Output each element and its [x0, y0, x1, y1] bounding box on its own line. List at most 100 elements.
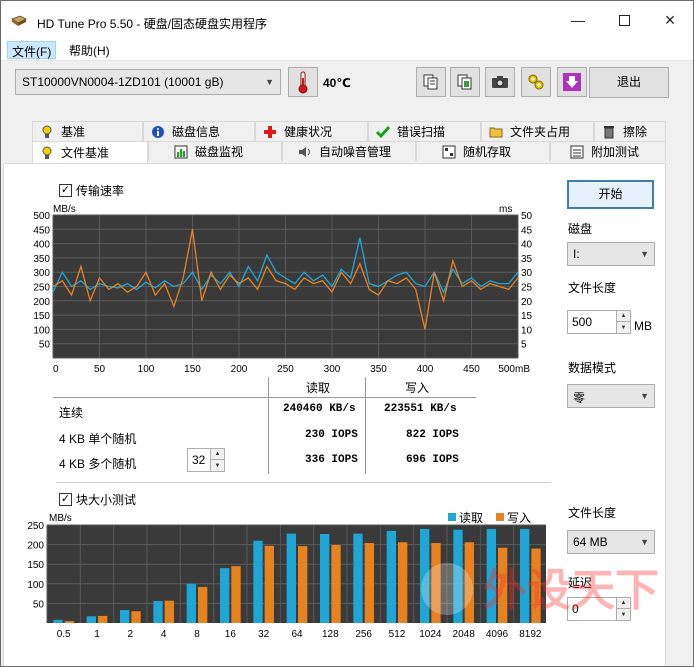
- 4k-multi-read-value: 336 IOPS: [305, 454, 358, 466]
- seq-write-value: 223551 KB/s: [384, 403, 457, 415]
- y-tick-left-label: 200: [33, 297, 50, 308]
- copy-green-icon: [457, 74, 472, 90]
- y-tick-right-label: 25: [521, 283, 533, 294]
- delay-label: 延迟: [568, 576, 593, 590]
- tab-erase[interactable]: 擦除: [594, 121, 666, 141]
- tab-error-scan[interactable]: 错误扫描: [368, 121, 481, 141]
- x-tick-label: 150: [184, 364, 201, 375]
- x-tick-label: 1: [94, 629, 100, 640]
- tab-health[interactable]: 健康状况: [255, 121, 368, 141]
- stats-divider-1: [268, 377, 269, 474]
- block-size-checkbox[interactable]: ✓ 块大小测试: [59, 491, 136, 508]
- bar-read: [220, 568, 230, 623]
- bar-write: [398, 542, 408, 623]
- bar-read: [186, 583, 196, 623]
- 4k-multi-write-value: 696 IOPS: [406, 454, 459, 466]
- disk-select[interactable]: I: ▼: [567, 242, 655, 266]
- bar-read: [486, 528, 496, 623]
- tab-extra-tests[interactable]: 附加测试: [550, 141, 666, 161]
- drive-select-value: ST10000VN0004-1ZD101 (10001 gB): [22, 75, 224, 89]
- tab-random-access[interactable]: 随机存取: [416, 141, 550, 161]
- stepper-up-icon[interactable]: ▲: [616, 598, 630, 609]
- delay-stepper[interactable]: 0 ▲ ▼: [567, 597, 631, 621]
- x-tick-label: 100: [138, 364, 155, 375]
- menu-file[interactable]: 文件(F): [7, 41, 57, 59]
- menu-help[interactable]: 帮助(H): [65, 41, 114, 59]
- close-button[interactable]: ×: [647, 1, 693, 39]
- bar-write: [498, 547, 508, 623]
- bar-write: [464, 542, 474, 623]
- x-tick-label: 2048: [453, 629, 476, 640]
- copy-benchmark-button[interactable]: [450, 67, 480, 97]
- stepper-down-icon[interactable]: ▼: [616, 322, 630, 333]
- stepper-down-icon[interactable]: ▼: [210, 460, 224, 471]
- y-tick-label: 150: [27, 560, 44, 571]
- legend-read-label: 读取: [459, 511, 483, 525]
- temperature-button[interactable]: [288, 67, 318, 97]
- options-button[interactable]: [521, 67, 551, 97]
- block-file-length-select[interactable]: 64 MB ▼: [567, 530, 655, 554]
- disk-monitor-icon: [173, 144, 189, 160]
- y-tick-left-label: 500: [33, 211, 50, 222]
- bar-write: [131, 611, 141, 623]
- x-tick-label: 50: [94, 364, 106, 375]
- window-title: HD Tune Pro 5.50 - 硬盘/固态硬盘实用程序: [37, 17, 268, 31]
- bar-read: [286, 533, 296, 623]
- screenshot-button[interactable]: [485, 67, 515, 97]
- x-tick-label: 16: [225, 629, 237, 640]
- x-tick-label: 256: [355, 629, 372, 640]
- y-tick-right-label: 35: [521, 254, 533, 265]
- row-label-4k-single: 4 KB 单个随机: [59, 432, 137, 446]
- stepper-up-icon[interactable]: ▲: [616, 311, 630, 322]
- y-tick-left-label: 450: [33, 225, 50, 236]
- x-tick-label: 500mB: [498, 364, 530, 375]
- stats-divider-2: [365, 377, 366, 474]
- stepper-down-icon[interactable]: ▼: [616, 609, 630, 620]
- bar-write: [331, 544, 341, 623]
- transfer-rate-checkbox[interactable]: ✓ 传输速率: [59, 182, 124, 199]
- thermometer-icon: [298, 71, 308, 94]
- tab-disk-monitor[interactable]: 磁盘监视: [148, 141, 282, 161]
- copy-icon: [423, 74, 438, 90]
- col-write-header: 写入: [405, 381, 430, 395]
- tab-file-benchmark[interactable]: 文件基准: [32, 141, 148, 163]
- bar-write: [431, 543, 441, 623]
- tab-noise-management[interactable]: 自动噪音管理: [282, 141, 416, 161]
- section-separator: [56, 482, 551, 483]
- y-tick-right-label: 20: [521, 297, 533, 308]
- save-button[interactable]: [557, 67, 587, 97]
- y-tick-left-label: 400: [33, 240, 50, 251]
- benchmark-icon: [39, 124, 55, 140]
- download-arrow-icon: [563, 73, 581, 91]
- chevron-down-icon: ▼: [640, 391, 649, 401]
- close-icon: ×: [664, 9, 676, 30]
- drive-select[interactable]: ST10000VN0004-1ZD101 (10001 gB) ▼: [15, 69, 281, 95]
- file-length-stepper[interactable]: 500 ▲ ▼: [567, 310, 631, 334]
- tab-label: 磁盘监视: [195, 145, 244, 159]
- error-scan-icon: [375, 124, 391, 140]
- legend-write-label: 写入: [507, 511, 531, 525]
- tab-benchmark[interactable]: 基准: [32, 121, 143, 141]
- exit-button[interactable]: 退出: [589, 67, 669, 98]
- y-tick-right-label: 15: [521, 311, 533, 322]
- maximize-button[interactable]: [601, 1, 647, 39]
- tab-disk-info[interactable]: 磁盘信息: [143, 121, 255, 141]
- x-tick-label: 250: [277, 364, 294, 375]
- x-tick-label: 2: [128, 629, 134, 640]
- disk-label: 磁盘: [568, 222, 593, 236]
- chevron-down-icon: ▼: [265, 77, 274, 87]
- start-button[interactable]: 开始: [567, 180, 654, 209]
- bar-read: [520, 528, 530, 623]
- bar-write: [98, 615, 108, 623]
- data-mode-select[interactable]: 零 ▼: [567, 384, 655, 408]
- tab-label: 擦除: [623, 125, 648, 139]
- bar-read: [120, 610, 130, 623]
- x-tick-label: 128: [322, 629, 339, 640]
- stepper-up-icon[interactable]: ▲: [210, 449, 224, 460]
- queue-depth-stepper[interactable]: 32 ▲ ▼: [187, 448, 225, 472]
- y-tick-right-label: 50: [521, 211, 533, 222]
- maximize-icon: [618, 14, 630, 26]
- tab-folder-usage[interactable]: 文件夹占用: [481, 121, 594, 141]
- copy-info-button[interactable]: [416, 67, 446, 97]
- minimize-button[interactable]: —: [555, 1, 601, 39]
